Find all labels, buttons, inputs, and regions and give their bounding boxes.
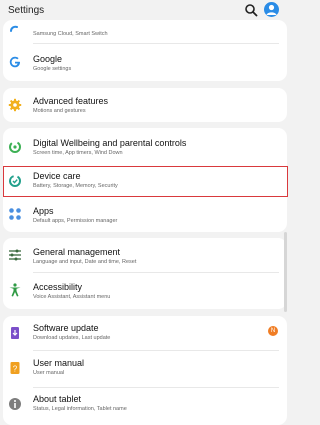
settings-item-title: About tablet <box>33 394 82 404</box>
settings-item-title: Digital Wellbeing and parental controls <box>33 138 187 148</box>
divider <box>33 350 279 351</box>
settings-item-advanced-features[interactable]: Advanced features Motions and gestures <box>3 88 287 122</box>
cloud-icon <box>10 25 18 32</box>
settings-item-accounts-backup[interactable]: Samsung Cloud, Smart Switch <box>3 20 287 40</box>
settings-card-general: General management Language and input, D… <box>3 238 287 309</box>
settings-item-subtitle: Voice Assistant, Assistant menu <box>33 294 111 300</box>
gear-plus-icon <box>8 98 22 112</box>
apps-grid-icon <box>9 208 21 220</box>
info-icon <box>9 398 21 410</box>
settings-item-google[interactable]: Google Google settings <box>3 48 287 78</box>
settings-item-subtitle: Google settings <box>33 66 72 72</box>
settings-item-software-update[interactable]: Software update Download updates, Last u… <box>3 316 287 350</box>
update-badge: N <box>268 326 278 336</box>
settings-item-subtitle: User manual <box>33 370 65 376</box>
scrollbar[interactable] <box>284 232 287 312</box>
settings-item-accessibility[interactable]: Accessibility Voice Assistant, Assistant… <box>3 274 287 307</box>
settings-item-subtitle: Status, Legal information, Tablet name <box>33 406 127 412</box>
sliders-icon <box>9 249 21 261</box>
settings-item-title: General management <box>33 247 121 257</box>
settings-item-subtitle: Screen time, App timers, Wind Down <box>33 150 123 156</box>
profile-avatar-icon[interactable] <box>264 2 279 17</box>
settings-item-general-management[interactable]: General management Language and input, D… <box>3 238 287 272</box>
divider <box>33 272 279 273</box>
divider <box>33 43 279 44</box>
device-care-highlight <box>3 166 288 197</box>
settings-item-subtitle: Language and input, Date and time, Reset <box>33 259 137 265</box>
app-header: Settings <box>0 0 290 22</box>
settings-item-subtitle: Motions and gestures <box>33 108 86 114</box>
settings-item-title: Advanced features <box>33 96 109 106</box>
settings-item-title: User manual <box>33 358 85 368</box>
google-icon <box>9 56 20 68</box>
page-title: Settings <box>8 5 45 16</box>
settings-card-advanced: Advanced features Motions and gestures <box>3 88 287 122</box>
user-manual-icon: ? <box>10 362 20 374</box>
settings-item-user-manual[interactable]: ? User manual User manual <box>3 352 287 386</box>
settings-item-title: Accessibility <box>33 282 83 292</box>
settings-item-title: Software update <box>33 323 99 333</box>
accessibility-icon <box>9 283 21 297</box>
settings-card-about: Software update Download updates, Last u… <box>3 316 287 425</box>
settings-item-apps[interactable]: Apps Default apps, Permission manager <box>3 200 287 230</box>
settings-item-subtitle: Download updates, Last update <box>33 335 111 341</box>
software-update-icon <box>11 327 19 339</box>
settings-item-title: Google <box>33 54 63 64</box>
settings-item-subtitle: Default apps, Permission manager <box>33 218 118 224</box>
settings-item-about-tablet[interactable]: About tablet Status, Legal information, … <box>3 388 287 422</box>
settings-card-accounts: Samsung Cloud, Smart Switch Google Googl… <box>3 20 287 81</box>
wellbeing-icon <box>9 141 21 153</box>
settings-item-subtitle: Samsung Cloud, Smart Switch <box>33 31 108 37</box>
svg-text:?: ? <box>13 365 18 374</box>
settings-item-digital-wellbeing[interactable]: Digital Wellbeing and parental controls … <box>3 128 287 164</box>
search-icon[interactable] <box>244 3 258 17</box>
settings-item-title: Apps <box>33 206 54 216</box>
